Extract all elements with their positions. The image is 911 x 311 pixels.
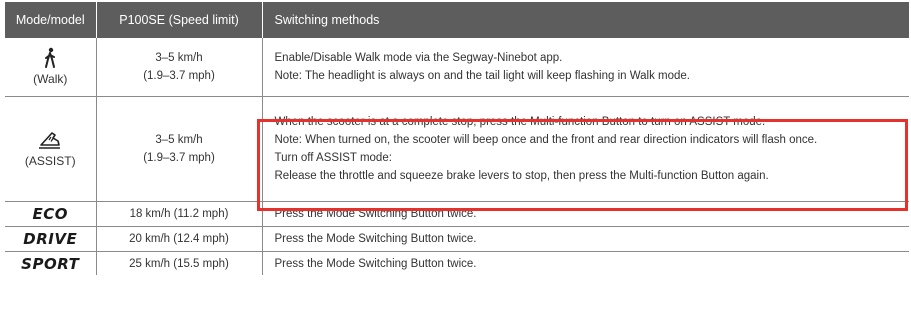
walk-method-line-2: Note: The headlight is always on and the… — [274, 70, 691, 82]
table-row-eco: ECO 18 km/h (11.2 mph) Press the Mode Sw… — [5, 201, 909, 227]
header-switching-methods: Switching methods — [262, 2, 909, 38]
table-row-assist: (ASSIST) 3–5 km/h (1.9–3.7 mph) When the… — [5, 96, 909, 202]
assist-mode-label: (ASSIST) — [24, 154, 76, 168]
sport-speed-cell: 25 km/h (15.5 mph) — [96, 251, 263, 275]
drive-mode-cell: DRIVE — [5, 226, 97, 252]
table-header-row: Mode/model P100SE (Speed limit) Switchin… — [5, 2, 909, 38]
assist-speed-mph: (1.9–3.7 mph) — [143, 152, 215, 164]
eco-speed-cell: 18 km/h (11.2 mph) — [96, 201, 263, 227]
assist-speed-kmh: 3–5 km/h — [155, 134, 203, 146]
eco-mode-cell: ECO — [5, 201, 97, 227]
walk-mode-cell: (Walk) — [5, 38, 97, 97]
mode-table: Mode/model P100SE (Speed limit) Switchin… — [5, 2, 909, 275]
header-speed-limit: P100SE (Speed limit) — [96, 2, 263, 38]
table-row-walk: (Walk) 3–5 km/h (1.9–3.7 mph) Enable/Dis… — [5, 38, 909, 97]
assist-shoe-icon — [39, 132, 61, 149]
assist-method-line-3: Turn off ASSIST mode: — [274, 152, 392, 164]
assist-speed-cell: 3–5 km/h (1.9–3.7 mph) — [96, 96, 263, 202]
table-row-drive: DRIVE 20 km/h (12.4 mph) Press the Mode … — [5, 226, 909, 252]
drive-method-cell: Press the Mode Switching Button twice. — [262, 226, 909, 252]
walk-speed-mph: (1.9–3.7 mph) — [143, 70, 215, 82]
sport-mode-cell: SPORT — [5, 251, 97, 275]
header-mode-model: Mode/model — [5, 2, 97, 38]
assist-method-line-1: When the scooter is at a complete stop, … — [274, 116, 766, 128]
sport-method-cell: Press the Mode Switching Button twice. — [274, 257, 477, 270]
table-row-sport: SPORT 25 km/h (15.5 mph) Press the Mode … — [5, 251, 909, 275]
assist-mode-cell: (ASSIST) — [5, 96, 97, 202]
walk-method-line-1: Enable/Disable Walk mode via the Segway-… — [274, 52, 563, 64]
drive-mode-label: DRIVE — [23, 230, 78, 248]
assist-method-cell: When the scooter is at a complete stop, … — [262, 96, 909, 202]
drive-speed-cell: 20 km/h (12.4 mph) — [96, 226, 263, 252]
walk-mode-label: (Walk) — [33, 72, 68, 86]
walk-method-cell: Enable/Disable Walk mode via the Segway-… — [262, 38, 909, 97]
walk-speed-cell: 3–5 km/h (1.9–3.7 mph) — [96, 38, 263, 97]
eco-method-cell: Press the Mode Switching Button twice. — [262, 201, 909, 227]
assist-method-line-2: Note: When turned on, the scooter will b… — [274, 134, 818, 146]
sport-mode-label: SPORT — [21, 254, 80, 273]
assist-method-line-4: Release the throttle and squeeze brake l… — [274, 170, 769, 182]
mode-table-container: Mode/model P100SE (Speed limit) Switchin… — [5, 2, 911, 275]
eco-mode-label: ECO — [32, 205, 68, 223]
walk-speed-kmh: 3–5 km/h — [155, 52, 203, 64]
walking-person-icon — [45, 47, 56, 68]
